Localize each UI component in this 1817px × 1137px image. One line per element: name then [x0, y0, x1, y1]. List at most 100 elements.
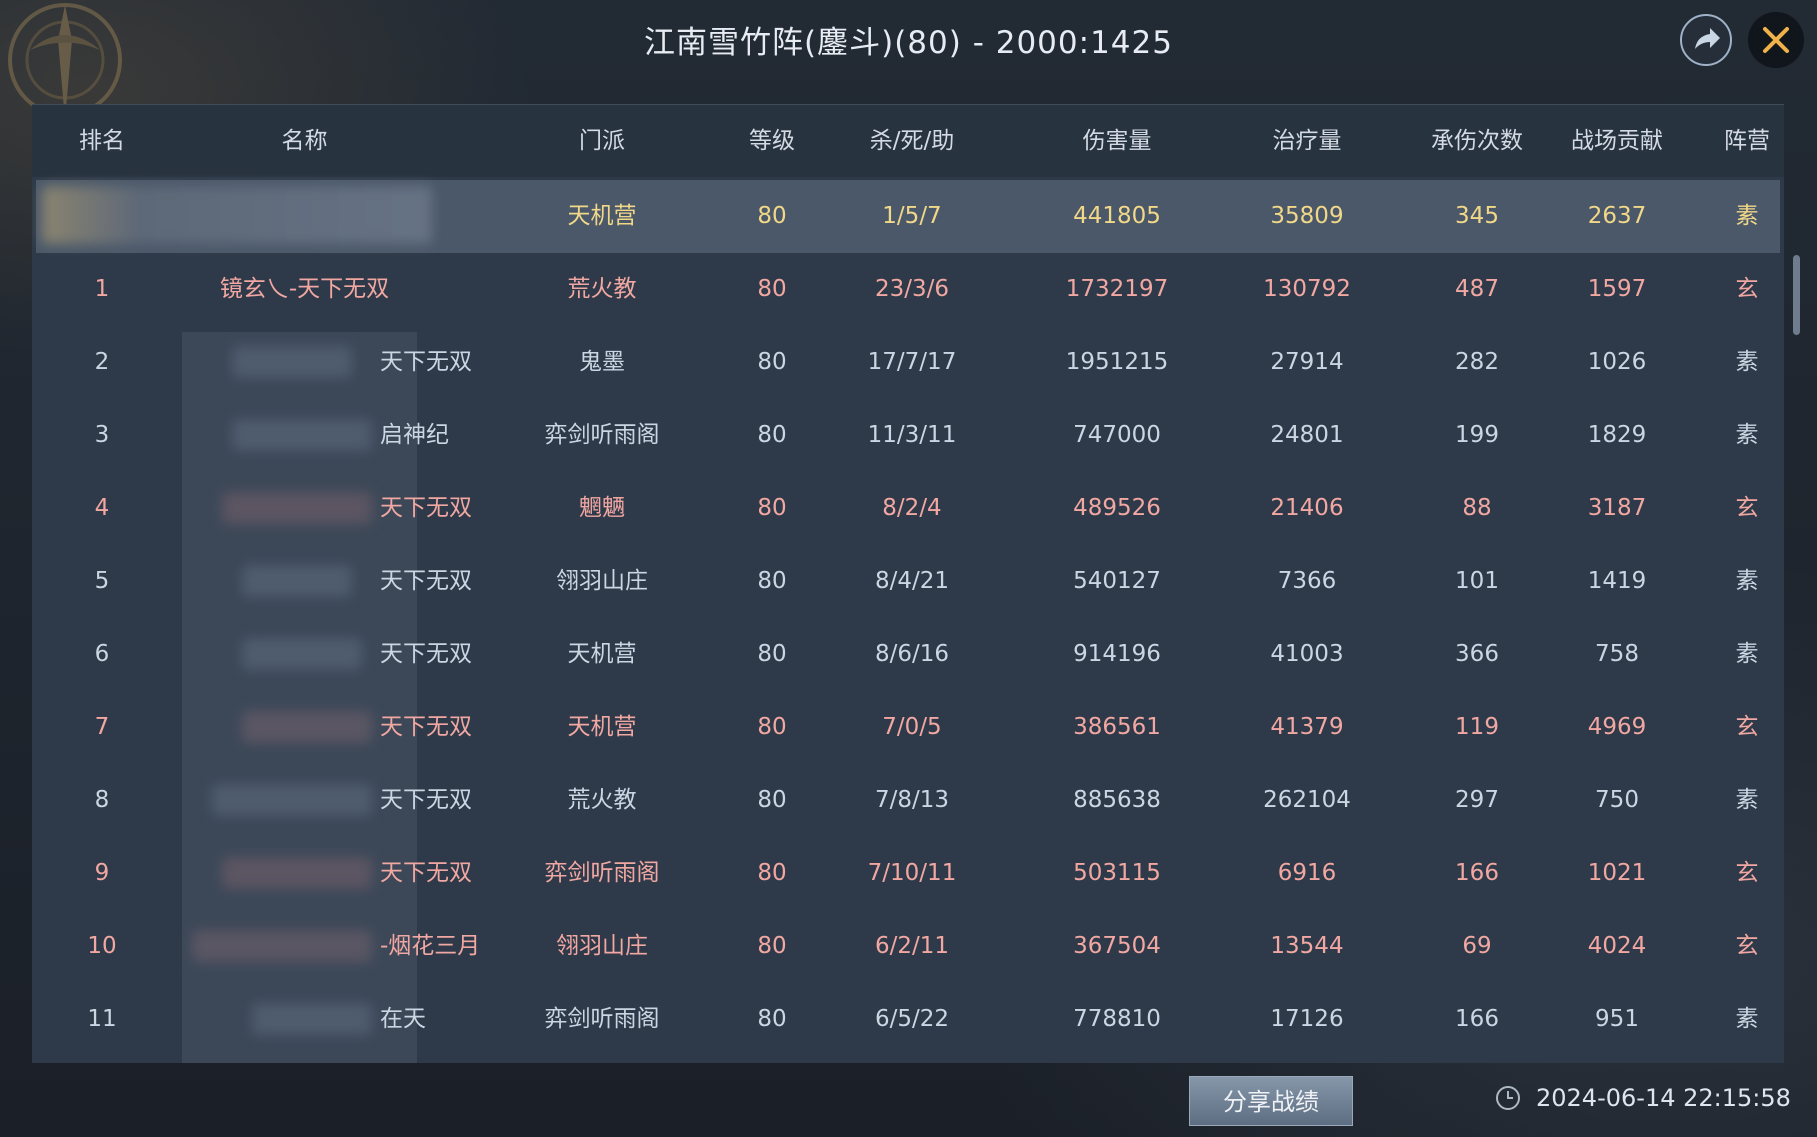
cell-hits-taken: 345 [1455, 203, 1499, 229]
cell-rank: 3 [94, 422, 110, 448]
column-header-damage: 伤害量 [1082, 128, 1152, 154]
table-row[interactable]: 1 镜玄乀-天下无双 荒火教 80 23/3/6 1732197 130792 … [32, 253, 1784, 326]
cell-contribution: 4969 [1587, 714, 1647, 740]
table-row-self[interactable]: 天机营 80 1/5/7 441805 35809 345 2637 素 [36, 180, 1780, 253]
table-row[interactable]: 4 天下无双 魍魉 80 8/2/4 489526 21406 88 3187 … [32, 472, 1784, 545]
cell-healing: 17126 [1270, 1006, 1344, 1032]
cell-kda: 11/3/11 [867, 422, 957, 448]
cell-camp: 素 [1735, 1006, 1759, 1032]
cell-hits-taken: 199 [1455, 422, 1499, 448]
cell-damage: 441805 [1073, 203, 1161, 229]
cell-kda: 17/7/17 [867, 349, 957, 375]
blurred-name [232, 419, 372, 451]
cell-sect: 弈剑听雨阁 [544, 1006, 660, 1032]
blurred-name [222, 492, 372, 524]
table-row[interactable]: 9 天下无双 弈剑听雨阁 80 7/10/11 503115 6916 166 … [32, 837, 1784, 910]
cell-kda: 7/0/5 [882, 714, 942, 740]
cell-healing: 6916 [1277, 860, 1337, 886]
table-row[interactable]: 10 -烟花三月 翎羽山庄 80 6/2/11 367504 13544 69 … [32, 910, 1784, 983]
scoreboard-table: 排名 名称 门派 等级 杀/死/助 伤害量 治疗量 承伤次数 战场贡献 阵营 天… [32, 104, 1784, 1063]
cell-camp: 素 [1735, 641, 1759, 667]
cell-level: 80 [757, 933, 787, 959]
table-row[interactable]: 3 启神纪 弈剑听雨阁 80 11/3/11 747000 24801 199 … [32, 399, 1784, 472]
cell-healing: 41003 [1270, 641, 1344, 667]
cell-contribution: 4024 [1587, 933, 1647, 959]
cell-contribution: 951 [1595, 1006, 1639, 1032]
cell-kda: 6/5/22 [874, 1006, 950, 1032]
cell-rank: 4 [94, 495, 110, 521]
cell-name: 镜玄乀-天下无双 [219, 276, 390, 302]
share-icon[interactable] [1680, 14, 1732, 66]
share-results-button[interactable]: 分享战绩 [1189, 1076, 1353, 1126]
cell-contribution: 1829 [1587, 422, 1647, 448]
cell-sect: 魍魉 [579, 495, 625, 521]
cell-contribution: 758 [1595, 641, 1639, 667]
column-header-contribution: 战场贡献 [1571, 128, 1663, 154]
close-icon[interactable] [1748, 12, 1804, 68]
cell-level: 80 [757, 203, 787, 229]
blurred-name [212, 784, 372, 816]
table-row[interactable]: 11 在天 弈剑听雨阁 80 6/5/22 778810 17126 166 9… [32, 983, 1784, 1056]
cell-hits-taken: 366 [1455, 641, 1499, 667]
cell-healing: 35809 [1270, 203, 1344, 229]
blurred-name [232, 346, 352, 378]
cell-kda: 8/2/4 [882, 495, 942, 521]
cell-level: 80 [757, 495, 787, 521]
cell-camp: 素 [1735, 422, 1759, 448]
cell-camp: 素 [1735, 568, 1759, 594]
cell-kda: 6/2/11 [874, 933, 950, 959]
table-row[interactable]: 2 天下无双 鬼墨 80 17/7/17 1951215 27914 282 1… [32, 326, 1784, 399]
blurred-name [192, 930, 372, 962]
table-header: 排名 名称 门派 等级 杀/死/助 伤害量 治疗量 承伤次数 战场贡献 阵营 [32, 105, 1784, 177]
cell-damage: 778810 [1073, 1006, 1161, 1032]
cell-rank: 5 [94, 568, 110, 594]
cell-hits-taken: 101 [1455, 568, 1499, 594]
clock-icon [1496, 1086, 1520, 1110]
scrollbar-thumb[interactable] [1793, 255, 1800, 335]
cell-level: 80 [757, 714, 787, 740]
cell-level: 80 [757, 349, 787, 375]
cell-rank: 8 [94, 787, 110, 813]
cell-camp: 玄 [1735, 276, 1759, 302]
cell-rank: 7 [94, 714, 110, 740]
cell-camp: 素 [1735, 787, 1759, 813]
column-header-rank: 排名 [79, 128, 125, 154]
cell-hits-taken: 119 [1455, 714, 1499, 740]
table-row[interactable]: 8 天下无双 荒火教 80 7/8/13 885638 262104 297 7… [32, 764, 1784, 837]
table-row[interactable]: 7 天下无双 天机营 80 7/0/5 386561 41379 119 496… [32, 691, 1784, 764]
cell-level: 80 [757, 568, 787, 594]
cell-damage: 540127 [1073, 568, 1161, 594]
cell-level: 80 [757, 422, 787, 448]
cell-damage: 1732197 [1065, 276, 1169, 302]
cell-contribution: 2637 [1587, 203, 1647, 229]
column-header-kda: 杀/死/助 [869, 128, 955, 154]
cell-kda: 1/5/7 [882, 203, 942, 229]
cell-sect: 天机营 [567, 203, 637, 229]
cell-contribution: 1026 [1587, 349, 1647, 375]
cell-rank: 11 [87, 1006, 117, 1032]
cell-sect: 弈剑听雨阁 [544, 860, 660, 886]
cell-camp: 素 [1735, 349, 1759, 375]
cell-kda: 23/3/6 [874, 276, 950, 302]
cell-contribution: 1021 [1587, 860, 1647, 886]
table-row[interactable]: 5 天下无双 翎羽山庄 80 8/4/21 540127 7366 101 14… [32, 545, 1784, 618]
cell-rank: 2 [94, 349, 110, 375]
cell-healing: 27914 [1270, 349, 1344, 375]
match-title: 江南雪竹阵(鏖斗)(80) - 2000:1425 [644, 25, 1173, 61]
cell-contribution: 1597 [1587, 276, 1647, 302]
cell-contribution: 1419 [1587, 568, 1647, 594]
table-row[interactable]: 6 天下无双 天机营 80 8/6/16 914196 41003 366 75… [32, 618, 1784, 691]
column-header-camp: 阵营 [1724, 128, 1770, 154]
cell-level: 80 [757, 641, 787, 667]
cell-sect: 荒火教 [567, 787, 637, 813]
cell-rank: 9 [94, 860, 110, 886]
cell-level: 80 [757, 787, 787, 813]
cell-damage: 885638 [1073, 787, 1161, 813]
cell-hits-taken: 297 [1455, 787, 1499, 813]
cell-damage: 1951215 [1065, 349, 1169, 375]
blurred-name [252, 1003, 372, 1035]
cell-level: 80 [757, 276, 787, 302]
blurred-name [242, 565, 352, 597]
cell-damage: 914196 [1073, 641, 1161, 667]
column-header-sect: 门派 [579, 128, 625, 154]
